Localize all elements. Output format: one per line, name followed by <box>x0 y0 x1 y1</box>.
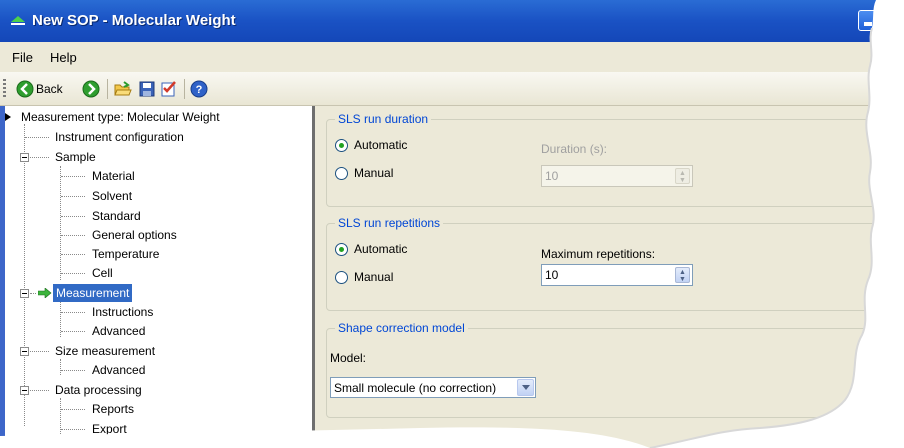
tree-item-label: Cell <box>92 266 113 280</box>
spin-up-icon: ▲ <box>679 269 686 276</box>
tree-item-label: General options <box>92 228 177 242</box>
tree-item-label-selected: Measurement <box>53 284 133 302</box>
tree-item-label: Data processing <box>55 383 142 397</box>
tree-item-label: Size measurement <box>55 344 156 358</box>
app-logo-icon <box>11 16 25 25</box>
radio-unselected-icon[interactable] <box>335 271 348 284</box>
toolbar-separator <box>184 79 185 99</box>
group-title: Shape correction model <box>335 321 468 335</box>
tree-item-label: Temperature <box>92 247 160 261</box>
tree-line <box>24 124 25 426</box>
maximum-repetitions-label: Maximum repetitions: <box>541 247 656 261</box>
tree-item-label: Advanced <box>92 324 146 338</box>
sop-navigation-tree: Measurement type: Molecular Weight Instr… <box>5 106 315 448</box>
maximum-repetitions-stepper[interactable]: 10 ▲ ▼ <box>541 264 693 286</box>
collapse-icon[interactable] <box>20 386 29 395</box>
checklist-icon[interactable] <box>160 80 178 98</box>
app-window: New SOP - Molecular Weight File Help Bac… <box>0 0 904 448</box>
tree-line <box>60 359 61 375</box>
tree-root-label: Measurement type: Molecular Weight <box>21 110 220 124</box>
help-icon[interactable]: ? <box>190 80 208 98</box>
maximize-button[interactable] <box>882 10 902 31</box>
shape-correction-model-group: Shape correction model Model: Small mole… <box>326 321 904 418</box>
tree-line <box>61 429 85 430</box>
radio-selected-icon[interactable] <box>335 139 348 152</box>
chevron-down-icon[interactable] <box>517 379 534 396</box>
tree-line <box>61 254 85 255</box>
radio-unselected-icon[interactable] <box>335 167 348 180</box>
toolbar: Back ? <box>0 72 904 106</box>
save-icon[interactable] <box>138 80 156 98</box>
title-bar[interactable]: New SOP - Molecular Weight <box>0 0 904 42</box>
menu-bar: File Help <box>0 42 904 72</box>
maximum-repetitions-value: 10 <box>545 268 559 282</box>
group-title: SLS run duration <box>335 112 432 126</box>
radio-label: Manual <box>354 166 394 180</box>
radio-label: Automatic <box>354 138 408 152</box>
tree-line <box>61 235 85 236</box>
collapse-icon[interactable] <box>20 153 29 162</box>
tree-item-label: Solvent <box>92 189 133 203</box>
back-icon[interactable] <box>16 80 34 98</box>
settings-panel: SLS run duration Automatic Manual Durati… <box>315 106 904 448</box>
sls-run-repetitions-group: SLS run repetitions Automatic Manual Max… <box>326 216 904 311</box>
tree-line <box>61 216 85 217</box>
back-button-label[interactable]: Back <box>36 82 63 96</box>
current-step-arrow-icon <box>38 288 52 298</box>
menu-file[interactable]: File <box>12 50 33 65</box>
current-pointer-icon <box>5 113 11 121</box>
tree-item-label: Instructions <box>92 305 154 319</box>
tree-line <box>25 137 49 138</box>
tree-line <box>30 293 36 294</box>
collapse-icon[interactable] <box>20 289 29 298</box>
tree-line <box>61 176 85 177</box>
tree-line <box>60 166 61 280</box>
duration-value: 10 <box>545 169 559 183</box>
radio-label: Manual <box>354 270 394 284</box>
svg-text:?: ? <box>196 84 203 96</box>
tree-line <box>61 331 85 332</box>
radio-label: Automatic <box>354 242 408 256</box>
toolbar-grip[interactable] <box>3 79 6 97</box>
model-label: Model: <box>330 351 367 365</box>
spin-down-icon: ▼ <box>679 276 686 283</box>
forward-icon[interactable] <box>82 80 100 98</box>
collapse-icon[interactable] <box>20 347 29 356</box>
spin-buttons[interactable]: ▲ ▼ <box>675 168 690 184</box>
sls-run-duration-group: SLS run duration Automatic Manual Durati… <box>326 112 904 207</box>
tree-line <box>30 351 49 352</box>
duration-stepper[interactable]: 10 ▲ ▼ <box>541 165 693 187</box>
menu-help[interactable]: Help <box>50 50 77 65</box>
tree-item-label: Reports <box>92 402 135 416</box>
tree-line <box>61 312 85 313</box>
group-title: SLS run repetitions <box>335 216 444 230</box>
tree-line <box>61 370 85 371</box>
tree-item-label: Export <box>92 422 127 436</box>
open-folder-icon[interactable] <box>114 80 132 98</box>
tree-item-label: Instrument configuration <box>55 130 184 144</box>
tree-item-label: Standard <box>92 209 141 223</box>
tree-item-label: Advanced <box>92 363 146 377</box>
tree-item-label: Material <box>92 169 135 183</box>
duration-label: Duration (s): <box>541 142 608 156</box>
minimize-icon <box>864 22 872 26</box>
tree-line <box>61 196 85 197</box>
spin-up-icon: ▲ <box>679 170 686 177</box>
toolbar-separator <box>107 79 108 99</box>
tree-line <box>30 157 49 158</box>
maximize-icon <box>888 15 896 25</box>
model-selected-value: Small molecule (no correction) <box>334 381 497 395</box>
tree-line <box>61 273 85 274</box>
minimize-button[interactable] <box>858 10 878 31</box>
window-title: New SOP - Molecular Weight <box>32 12 236 29</box>
spin-buttons[interactable]: ▲ ▼ <box>675 267 690 283</box>
model-dropdown[interactable]: Small molecule (no correction) <box>330 377 536 398</box>
radio-selected-icon[interactable] <box>335 243 348 256</box>
tree-item-label: Sample <box>55 150 96 164</box>
tree-line <box>30 390 49 391</box>
tree-line <box>61 409 85 410</box>
spin-down-icon: ▼ <box>679 177 686 184</box>
